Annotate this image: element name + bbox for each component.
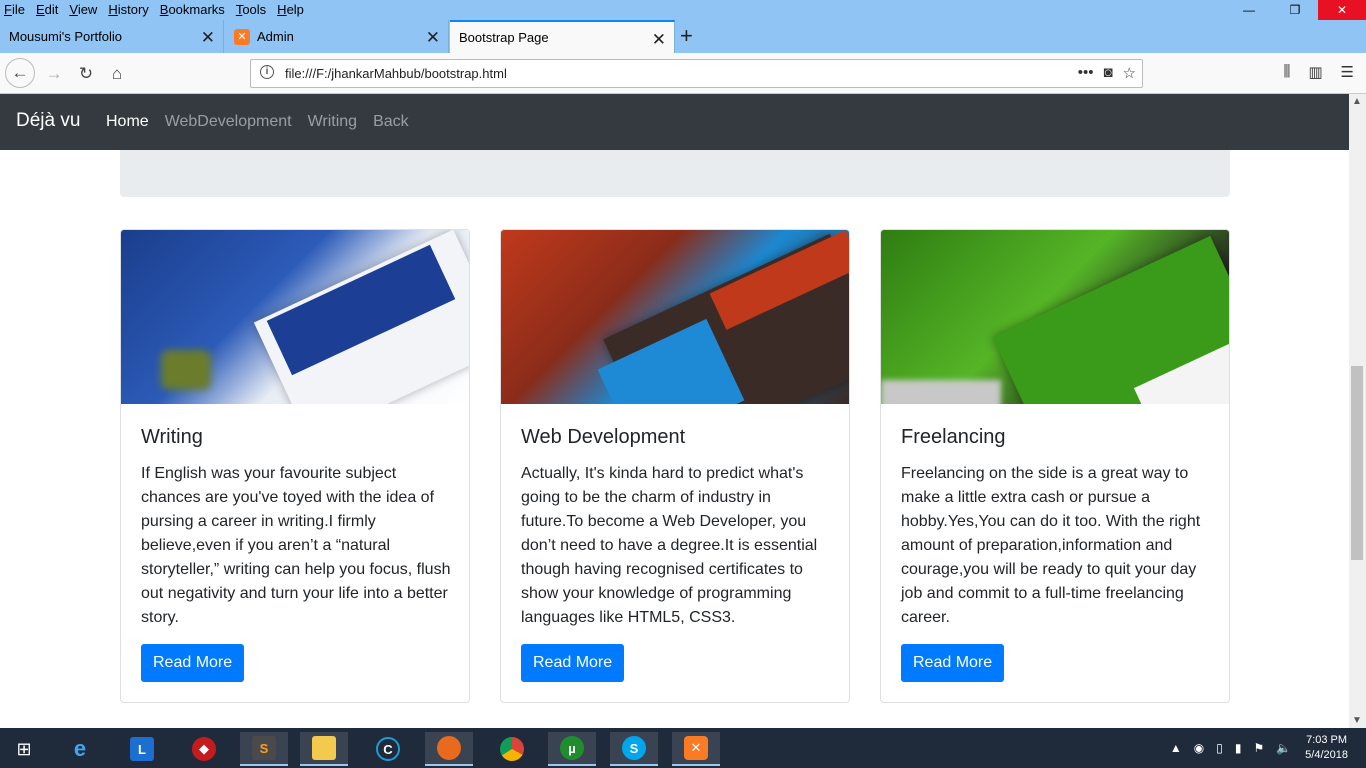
file-explorer-icon[interactable]: [300, 732, 348, 766]
card-text: Actually, It's kinda hard to predict wha…: [521, 465, 818, 626]
forward-icon[interactable]: →: [40, 60, 68, 88]
card-image-freelancing: [881, 230, 1229, 404]
windows-taskbar: ⊞ e L ◆ S C µ S ✕ ▲ ◉ ▯ ▮ ⚑ 🔈 7:03 PM 5/…: [0, 728, 1366, 768]
card-title: Freelancing: [901, 426, 1006, 448]
scroll-thumb[interactable]: [1351, 366, 1363, 560]
clock-time: 7:03 PM: [1306, 734, 1348, 746]
menu-tools[interactable]: Tools: [236, 2, 266, 17]
menu-help[interactable]: Help: [277, 2, 304, 17]
url-text: file:///F:/jhankarMahbub/bootstrap.html: [285, 66, 507, 81]
sidebar-icon[interactable]: ▥: [1308, 63, 1322, 81]
menu-edit[interactable]: Edit: [36, 2, 58, 17]
info-icon[interactable]: i: [260, 65, 274, 79]
utorrent-icon[interactable]: µ: [548, 732, 596, 766]
read-more-button[interactable]: Read More: [521, 644, 625, 682]
page-actions-icon[interactable]: •••: [1078, 64, 1094, 82]
nav-home[interactable]: Home: [106, 113, 149, 131]
hamburger-menu-icon[interactable]: ☰: [1341, 63, 1354, 81]
browser-toolbar: ← → ↻ ⌂ i file:///F:/jhankarMahbub/boots…: [0, 53, 1366, 94]
sublime-text-icon[interactable]: S: [240, 732, 288, 766]
tab-label: Bootstrap Page: [459, 30, 549, 45]
menu-view[interactable]: View: [69, 2, 97, 17]
card-image-webdev: [501, 230, 849, 404]
show-hidden-icons-icon[interactable]: ▲: [1170, 741, 1182, 755]
menu-bar: File Edit View History Bookmarks Tools H…: [0, 0, 1366, 20]
ccleaner-icon[interactable]: C: [364, 732, 412, 766]
xampp-icon: ✕: [234, 28, 250, 45]
clock-date: 5/4/2018: [1305, 749, 1348, 761]
read-more-button[interactable]: Read More: [901, 644, 1005, 682]
game-app-icon[interactable]: ◆: [180, 732, 228, 766]
volume-icon[interactable]: 🔈: [1276, 741, 1291, 755]
battery-icon[interactable]: ▯: [1216, 741, 1223, 755]
firefox-icon[interactable]: [425, 732, 473, 766]
reload-icon[interactable]: ↻: [72, 60, 100, 88]
card-image-writing: [121, 230, 469, 404]
start-windows-icon[interactable]: ⊞: [0, 732, 48, 766]
scroll-down-icon[interactable]: ▼: [1352, 715, 1362, 726]
home-icon[interactable]: ⌂: [103, 60, 131, 88]
lync-icon[interactable]: L: [118, 732, 166, 766]
tab-bar: Mousumi's Portfolio ✕ ✕ Admin ✕ Bootstra…: [0, 20, 1366, 53]
page-scrollbar[interactable]: ▲ ▼: [1349, 94, 1366, 728]
card-freelancing: Freelancing Freelancing on the side is a…: [880, 229, 1230, 703]
menu-bookmarks[interactable]: Bookmarks: [160, 2, 225, 17]
card-title: Web Development: [521, 426, 686, 448]
internet-explorer-icon[interactable]: e: [56, 732, 104, 766]
tab-label: Admin: [257, 29, 294, 44]
nav-back[interactable]: Back: [373, 113, 409, 131]
network-app-icon[interactable]: ◉: [1194, 741, 1204, 755]
url-bar[interactable]: i file:///F:/jhankarMahbub/bootstrap.htm…: [250, 59, 1143, 88]
minimize-button[interactable]: —: [1226, 0, 1272, 20]
pocket-icon[interactable]: ◙: [1103, 64, 1112, 82]
card-text: If English was your favourite subject ch…: [141, 465, 451, 626]
restore-button[interactable]: ❐: [1272, 0, 1318, 20]
skype-icon[interactable]: S: [610, 732, 658, 766]
tab-admin[interactable]: ✕ Admin ✕: [225, 20, 449, 53]
clock[interactable]: 7:03 PM 5/4/2018: [1305, 733, 1348, 763]
site-brand[interactable]: Déjà vu: [16, 110, 80, 132]
nav-webdevelopment[interactable]: WebDevelopment: [165, 113, 292, 131]
jumbotron: [120, 150, 1230, 197]
site-navbar: Déjà vu Home WebDevelopment Writing Back: [0, 94, 1349, 150]
tab-label: Mousumi's Portfolio: [9, 29, 123, 44]
new-tab-icon[interactable]: +: [680, 23, 693, 49]
chrome-icon[interactable]: [488, 732, 536, 766]
close-tab-icon[interactable]: ✕: [201, 28, 215, 48]
read-more-button[interactable]: Read More: [141, 644, 245, 682]
menu-file[interactable]: File: [4, 2, 25, 17]
back-icon[interactable]: ←: [5, 58, 35, 88]
menu-history[interactable]: History: [108, 2, 148, 17]
close-tab-icon[interactable]: ✕: [652, 30, 666, 50]
close-tab-icon[interactable]: ✕: [426, 28, 440, 48]
flag-icon[interactable]: ⚑: [1253, 741, 1264, 755]
tab-bootstrap-page[interactable]: Bootstrap Page ✕: [450, 20, 675, 53]
scroll-up-icon[interactable]: ▲: [1352, 96, 1362, 107]
card-title: Writing: [141, 426, 203, 448]
library-icon[interactable]: ⫼: [1283, 63, 1290, 81]
xampp-taskbar-icon[interactable]: ✕: [672, 732, 720, 766]
bookmark-star-icon[interactable]: ☆: [1123, 64, 1136, 82]
card-text: Freelancing on the side is a great way t…: [901, 465, 1201, 626]
wifi-signal-icon[interactable]: ▮: [1235, 741, 1242, 755]
close-window-button[interactable]: ✕: [1318, 0, 1366, 20]
card-web-development: Web Development Actually, It's kinda har…: [500, 229, 850, 703]
card-writing: Writing If English was your favourite su…: [120, 229, 470, 703]
tab-portfolio[interactable]: Mousumi's Portfolio ✕: [0, 20, 224, 53]
nav-writing[interactable]: Writing: [308, 113, 358, 131]
